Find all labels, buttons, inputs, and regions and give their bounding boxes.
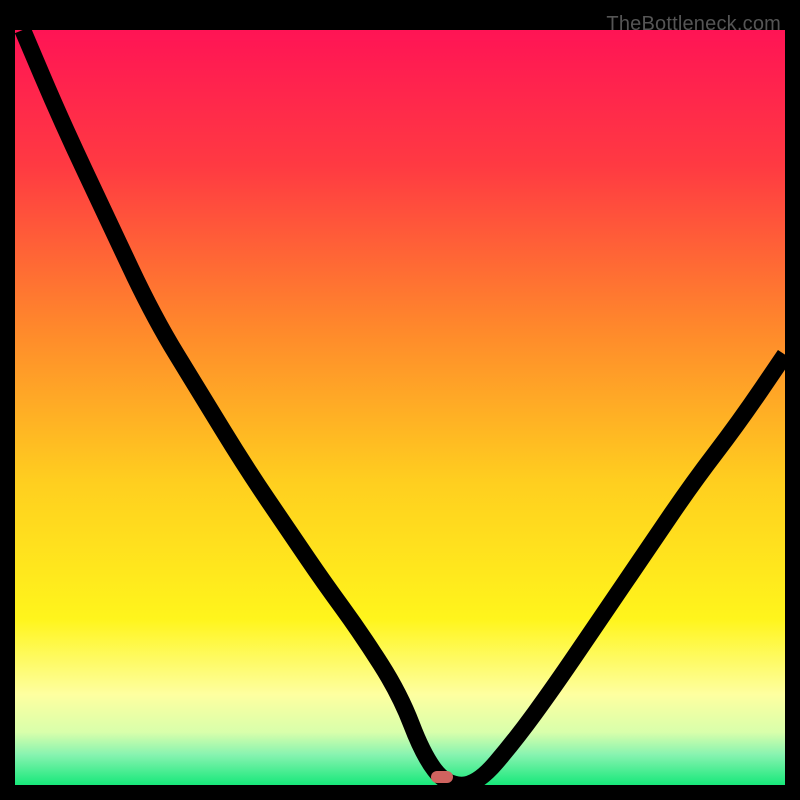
- plot-area: [15, 30, 785, 785]
- chart-frame: TheBottleneck.com: [15, 15, 785, 785]
- minimum-marker: [431, 771, 453, 783]
- bottleneck-curve: [15, 30, 785, 785]
